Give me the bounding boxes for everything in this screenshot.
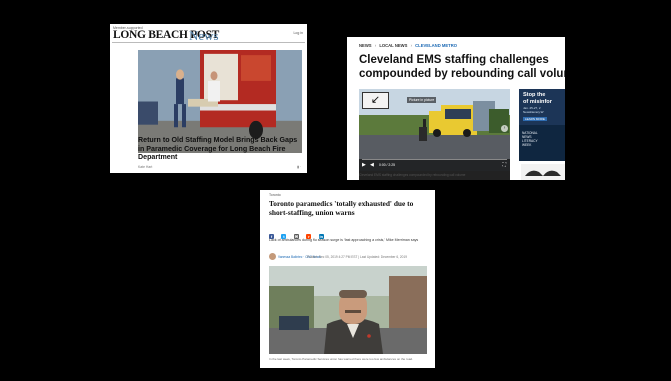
next-video-icon[interactable]: › (501, 125, 508, 132)
headline[interactable]: Return to Old Staffing Model Brings Back… (138, 136, 304, 162)
play-icon[interactable]: ▶ (362, 162, 366, 168)
video-caption: Cleveland EMS staffing challenges compou… (359, 173, 466, 177)
video-time: 0:00 / 2:25 (379, 163, 396, 167)
author-avatar (269, 253, 276, 260)
breadcrumb-cleveland-metro[interactable]: CLEVELAND METRO (415, 43, 457, 48)
headline-line-2: compounded by rebounding call volume (359, 67, 565, 80)
dek: Lack of ambulances during flu season sur… (269, 238, 419, 242)
headline-line-1: Cleveland EMS staffing challenges (359, 54, 549, 66)
cleveland-article-screenshot: NEWS › LOCAL NEWS › CLEVELAND METRO Clev… (347, 37, 565, 180)
progress-bar[interactable] (362, 159, 507, 160)
headline: Cleveland EMS staffing challenges compou… (359, 54, 565, 82)
signin-link[interactable]: Log in (293, 31, 303, 35)
long-beach-post-article-screenshot: Member-supported LONG BEACH POST News Lo… (110, 24, 307, 173)
promo-text: NATIONAL NEWS LITERACY WEEK (522, 131, 538, 147)
photo-caption: In the last week, Toronto Paramedic Serv… (269, 357, 413, 361)
breadcrumb-local-news[interactable]: LOCAL NEWS (379, 43, 407, 48)
toronto-article-screenshot: Toronto Toronto paramedics 'totally exha… (260, 190, 435, 368)
breadcrumb-separator: › (410, 43, 412, 48)
fullscreen-icon[interactable]: ⛶ (502, 162, 506, 168)
promo-line-4: WEEK (522, 143, 532, 147)
union-leader-photo (269, 266, 427, 354)
product-ad-image[interactable] (521, 164, 565, 180)
section-label[interactable]: Toronto (269, 193, 281, 197)
breadcrumb-news[interactable]: NEWS (359, 43, 372, 48)
breadcrumb-separator: › (374, 43, 377, 48)
comments-icon[interactable]: ▮ · (297, 165, 301, 169)
ad-title-line-2: of misinfor (523, 98, 552, 105)
ad-sub-line-2: Newsliteracy.W (523, 110, 544, 114)
ad-title: Stop the of misinfor (523, 92, 552, 105)
news-literacy-week-promo[interactable]: NATIONAL NEWS LITERACY WEEK (519, 125, 565, 161)
dateline: Posted: Dec 05, 2019 4:27 PM EST | Last … (307, 255, 407, 259)
arrow-sign-icon: ↙ (362, 92, 389, 109)
picture-in-picture-button[interactable]: Picture in picture (407, 97, 437, 103)
author-row: Vanessa Balintec · CBC News Posted: Dec … (269, 253, 433, 261)
ad-subtitle: Jan. 25-27, 2 Newsliteracy.W (523, 106, 543, 114)
header-divider (112, 42, 305, 43)
share-buttons: f t ✉ r in (269, 225, 327, 239)
ad-learn-more-button[interactable]: LEARN MORE (523, 117, 547, 121)
video-controls-bar: ▶ ◀ 0:00 / 2:25 ⛶ (359, 159, 510, 171)
headline: Toronto paramedics 'totally exhausted' d… (269, 199, 414, 217)
breadcrumb: NEWS › LOCAL NEWS › CLEVELAND METRO (359, 43, 457, 48)
byline: Kate Hart (138, 165, 153, 169)
category-label: · · (138, 131, 142, 135)
masthead: Member-supported LONG BEACH POST News Lo… (112, 26, 305, 43)
video-player[interactable]: ↙ Picture in picture › ▶ ◀ 0:00 / 2:25 ⛶ (359, 89, 510, 180)
volume-icon[interactable]: ◀ (370, 162, 374, 168)
